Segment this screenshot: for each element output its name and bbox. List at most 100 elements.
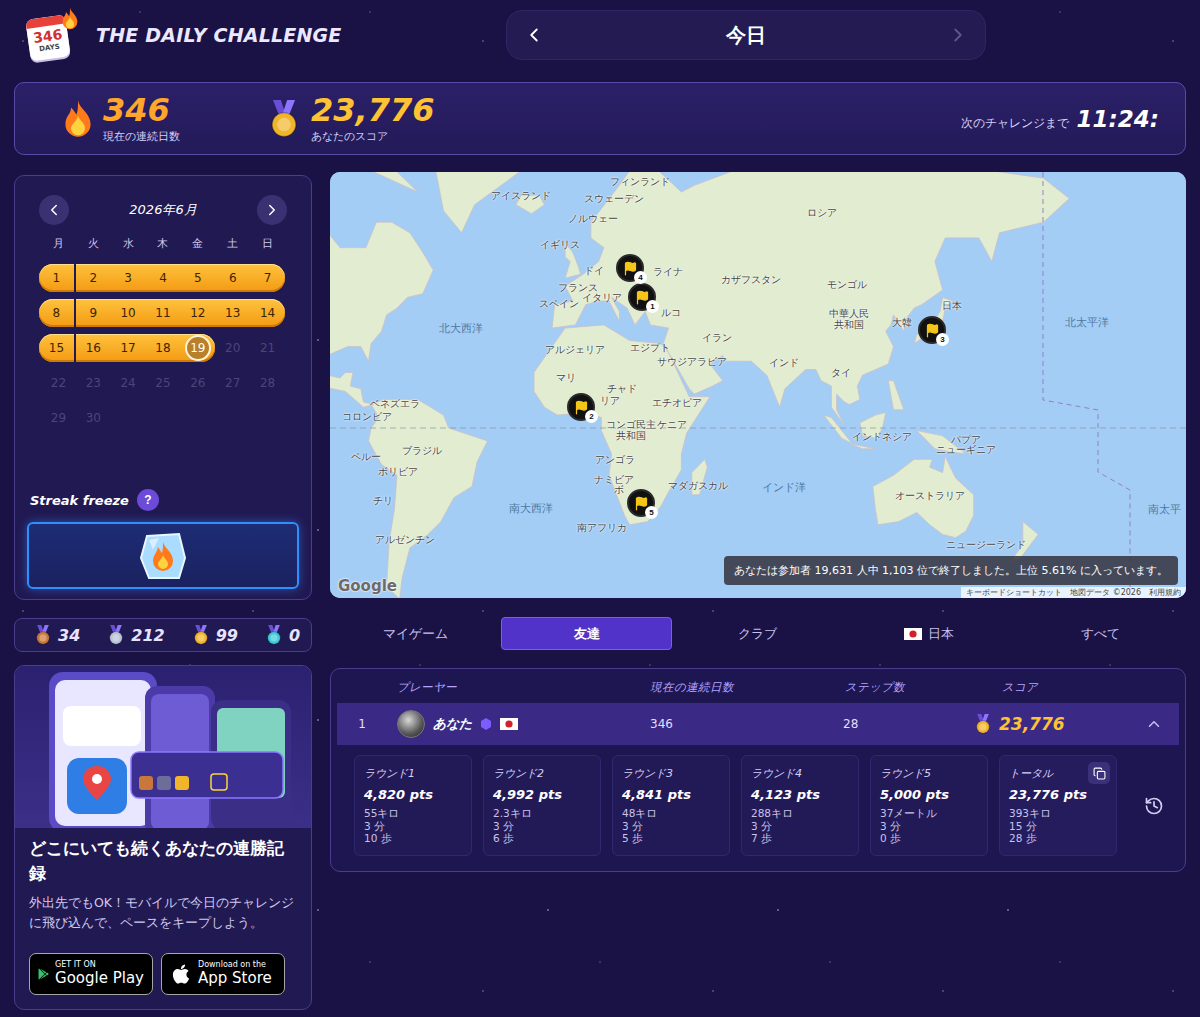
round-card: ラウンド44,123 pts288キロ3 分7 歩 <box>741 755 859 856</box>
day-band: 25 <box>146 369 181 397</box>
calendar-day[interactable]: 15 <box>41 330 76 365</box>
calendar-day[interactable]: 11 <box>146 295 181 330</box>
calendar-day[interactable]: 5 <box>180 260 215 295</box>
calendar-day[interactable]: 17 <box>111 330 146 365</box>
streak-freeze-slot[interactable] <box>27 522 299 589</box>
calendar-day[interactable]: 12 <box>180 295 215 330</box>
attribution-item[interactable]: 利用規約 <box>1149 587 1181 598</box>
map[interactable]: アイスランドフィンランドスウェーデンノルウェーロシアイギリスドイライナフランスイ… <box>330 172 1186 598</box>
store-text: GET IT ONGoogle Play <box>55 961 144 986</box>
store-button[interactable]: Download on theApp Store <box>161 953 285 995</box>
tab[interactable]: 友達 <box>501 617 672 650</box>
calendar-day[interactable]: 16 <box>76 330 111 365</box>
round-title: ラウンド5 <box>880 766 978 781</box>
country-label: アンゴラ <box>595 454 635 467</box>
header: 346DAYSTHE DAILY CHALLENGE今日 <box>14 0 1186 70</box>
country-label: ロシア <box>807 207 837 220</box>
calendar-day[interactable]: 14 <box>250 295 285 330</box>
streak-band: 19 <box>180 334 215 362</box>
day-number: 7 <box>255 265 281 291</box>
previous-day-button[interactable] <box>523 24 545 46</box>
left-column: 2026年6月月火水木金土日12345678910111213141516171… <box>14 172 312 1010</box>
tab[interactable]: クラブ <box>672 617 843 650</box>
calendar-day[interactable]: 9 <box>76 295 111 330</box>
calendar-day: 26 <box>180 365 215 400</box>
country-label: イタリア <box>582 292 622 305</box>
promo-text: 外出先でもOK！モバイルで今日のチャレンジに飛び込んで、ペースをキープしよう。 <box>29 893 297 933</box>
tab[interactable]: 日本 <box>844 617 1015 650</box>
pin-number: 5 <box>645 506 658 519</box>
country-label: ニュージーランド <box>946 539 1026 552</box>
medal-count: 212 <box>106 625 164 645</box>
brand[interactable]: 346DAYSTHE DAILY CHALLENGE <box>14 11 506 59</box>
day-number: 10 <box>115 300 141 326</box>
country-label: ノルウェー <box>568 213 618 226</box>
store-button[interactable]: GET IT ONGoogle Play <box>29 953 153 995</box>
calendar-day[interactable]: 7 <box>250 260 285 295</box>
leaderboard-row[interactable]: 1あなた3462823,776 <box>337 703 1179 745</box>
logo[interactable]: 346DAYS <box>28 11 74 59</box>
date-navigator: 今日 <box>506 10 986 60</box>
day-number: 27 <box>220 370 246 396</box>
map-pin[interactable]: 5 <box>627 489 655 517</box>
country-label: ルコ <box>661 307 681 320</box>
medal-count-value: 0 <box>289 626 300 645</box>
total-card: トータル23,776 pts393キロ15 分28 歩 <box>999 755 1117 856</box>
streak-band: 7 <box>250 264 285 292</box>
google-logo: Google <box>338 577 397 595</box>
tab[interactable]: すべて <box>1015 617 1186 650</box>
round-distance: 48キロ <box>622 807 720 820</box>
help-button[interactable]: ? <box>137 489 159 511</box>
calendar-day[interactable]: 8 <box>41 295 76 330</box>
day-number: 17 <box>115 335 141 361</box>
attribution-item[interactable]: 地図データ ©2026 <box>1070 587 1141 598</box>
calendar-day[interactable]: 10 <box>111 295 146 330</box>
chevron-right-icon <box>947 24 969 46</box>
next-month-button[interactable] <box>257 195 287 225</box>
attribution-item[interactable]: キーボードショートカット <box>966 587 1062 598</box>
weekday-label: 日 <box>250 235 285 253</box>
copy-button[interactable] <box>1088 762 1110 784</box>
map-pin[interactable]: 2 <box>567 393 595 421</box>
calendar-day[interactable]: 4 <box>146 260 181 295</box>
calendar-day[interactable]: 19 <box>180 330 215 365</box>
calendar-day[interactable]: 13 <box>215 295 250 330</box>
calendar-day[interactable]: 1 <box>41 260 76 295</box>
chevron-right-icon <box>263 201 281 219</box>
calendar-day[interactable]: 2 <box>76 260 111 295</box>
map-pin[interactable]: 4 <box>616 254 644 282</box>
round-time: 3 分 <box>880 820 978 833</box>
country-label: ボリビア <box>378 466 418 479</box>
previous-month-button[interactable] <box>39 195 69 225</box>
japan-flag-icon <box>500 718 518 730</box>
country-label: イラン <box>702 332 732 345</box>
ocean-label: 南大西洋 <box>509 501 553 516</box>
round-points: 23,776 pts <box>1009 787 1107 802</box>
round-points: 4,841 pts <box>622 787 720 802</box>
calendar-day[interactable]: 3 <box>111 260 146 295</box>
expand-button[interactable] <box>1129 715 1179 733</box>
streak-band: 4 <box>146 264 181 292</box>
day-number: 5 <box>185 265 211 291</box>
streak-cell: 346 <box>643 717 843 731</box>
calendar-day[interactable]: 6 <box>215 260 250 295</box>
tab[interactable]: マイゲーム <box>330 617 501 650</box>
column-header: プレーヤー <box>387 680 643 695</box>
calendar-day: 30 <box>76 400 111 435</box>
score-label: あなたのスコア <box>311 129 434 144</box>
day-band: 22 <box>41 369 76 397</box>
score-value: 23,776 <box>311 94 434 126</box>
streak-stat: 346現在の連続日数 <box>61 94 265 144</box>
day-number: 6 <box>220 265 246 291</box>
replay-button[interactable] <box>1139 791 1169 821</box>
map-pin[interactable]: 1 <box>628 283 656 311</box>
map-pin[interactable]: 3 <box>918 316 946 344</box>
round-card: ラウンド34,841 pts48キロ3 分5 歩 <box>612 755 730 856</box>
country-label: タイ <box>831 367 851 380</box>
day-band: 29 <box>41 404 76 432</box>
country-label: コンゴ民主 <box>606 419 656 432</box>
calendar-day: 24 <box>111 365 146 400</box>
streak-label: 現在の連続日数 <box>103 129 180 144</box>
calendar-day[interactable]: 18 <box>146 330 181 365</box>
day-number: 18 <box>150 335 176 361</box>
